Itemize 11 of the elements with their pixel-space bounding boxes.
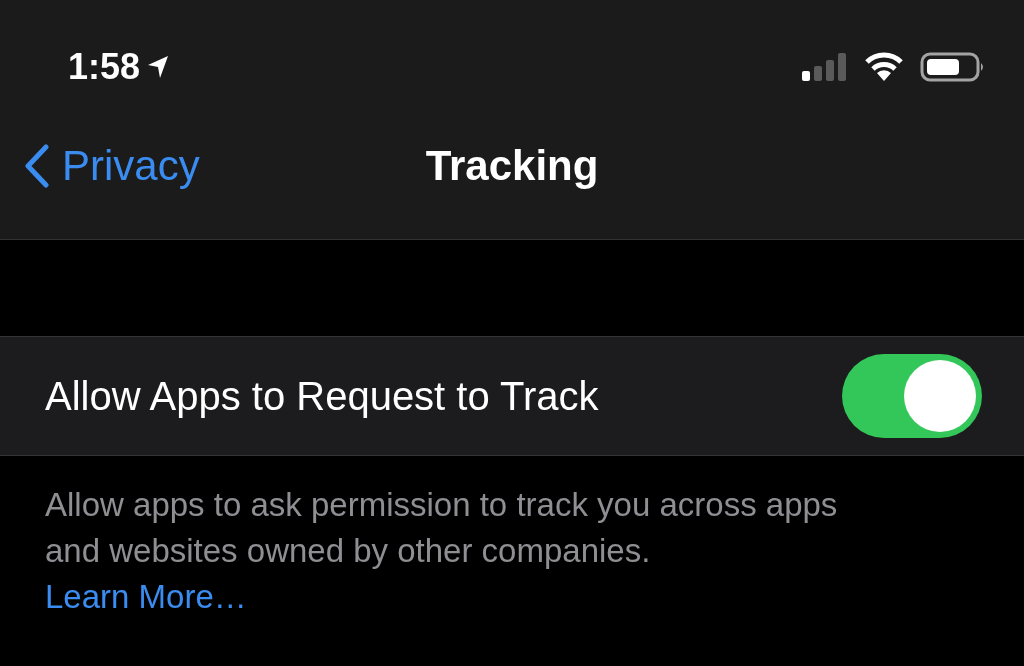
- back-button[interactable]: Privacy: [22, 142, 200, 190]
- battery-icon: [920, 52, 986, 82]
- status-time: 1:58: [68, 46, 141, 88]
- wifi-icon: [864, 52, 904, 82]
- signal-icon: [802, 52, 848, 82]
- page-title: Tracking: [425, 142, 599, 190]
- location-arrow-icon: [146, 54, 171, 80]
- description-text: Allow apps to ask permission to track you across apps and websites owned by other companies. Learn More…: [45, 485, 839, 617]
- chevron-left-icon: [22, 144, 52, 188]
- learn-more-link[interactable]: Learn More…: [45, 578, 247, 615]
- setting-label: Allow Apps to Request to Track: [45, 373, 599, 419]
